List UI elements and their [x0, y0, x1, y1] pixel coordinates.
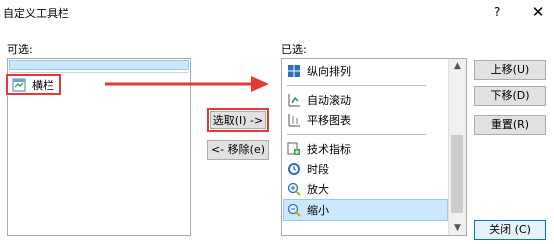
window-title: 自定义工具栏	[3, 7, 69, 20]
selected-item-label: 技术指标	[307, 143, 351, 156]
selected-item-label: 放大	[307, 183, 329, 196]
selected-item-technical-indicator[interactable]: 技术指标	[283, 139, 448, 159]
red-arrow-icon	[105, 76, 269, 92]
selected-item-time-period[interactable]: 时段	[283, 159, 448, 179]
selected-item-label: 缩小	[307, 204, 329, 217]
remove-button[interactable]: <- 移除(e)	[207, 140, 269, 160]
scroll-down-icon[interactable]: ▼	[449, 223, 466, 233]
horizontal-bar-icon	[12, 78, 26, 92]
move-down-button[interactable]: 下移(D)	[474, 86, 546, 106]
zoom-out-icon	[287, 203, 301, 217]
pan-chart-icon	[287, 113, 301, 127]
available-list-separator	[10, 72, 188, 73]
selected-item-label: 纵向排列	[307, 65, 351, 78]
selected-item-label: 自动滚动	[307, 94, 351, 107]
scroll-up-icon[interactable]: ▲	[449, 61, 466, 71]
list-separator	[287, 85, 426, 86]
selected-item-pan-chart[interactable]: 平移图表	[283, 110, 448, 130]
available-item-horizontal-bar[interactable]: 横栏	[6, 74, 61, 95]
select-button-highlight: 选取(I) ->	[207, 108, 269, 132]
selected-item-zoom-out[interactable]: 缩小	[283, 199, 448, 221]
available-list-top-selection	[9, 60, 189, 70]
help-button[interactable]: ?	[494, 5, 500, 19]
list-separator	[287, 134, 426, 135]
selected-label: 已选:	[281, 43, 307, 56]
selected-item-auto-scroll[interactable]: 自动滚动	[283, 90, 448, 110]
move-up-button[interactable]: 上移(U)	[474, 60, 546, 80]
vertical-arrange-icon	[287, 64, 301, 78]
list-scrollbar[interactable]: ▲ ▼	[448, 59, 466, 235]
selected-item-vertical-arrange[interactable]: 纵向排列	[283, 61, 448, 81]
reset-button[interactable]: 重置(R)	[474, 115, 546, 135]
selected-item-zoom-in[interactable]: 放大	[283, 179, 448, 199]
available-label: 可选:	[7, 43, 33, 56]
technical-indicator-icon	[287, 142, 301, 156]
close-window-button[interactable]: ✕	[525, 2, 551, 22]
selected-list[interactable]: 纵向排列 自动滚动 平移图表 技术指标 时段 放大 缩小 ▲ ▼	[281, 58, 467, 236]
auto-scroll-icon	[287, 93, 301, 107]
clock-icon	[287, 162, 301, 176]
scrollbar-thumb[interactable]	[451, 135, 463, 213]
available-item-label: 横栏	[32, 78, 54, 92]
zoom-in-icon	[287, 182, 301, 196]
selected-item-label: 时段	[307, 163, 329, 176]
close-button[interactable]: 关闭 (C)	[474, 220, 546, 240]
select-button[interactable]: 选取(I) ->	[210, 111, 266, 129]
selected-item-label: 平移图表	[307, 114, 351, 127]
